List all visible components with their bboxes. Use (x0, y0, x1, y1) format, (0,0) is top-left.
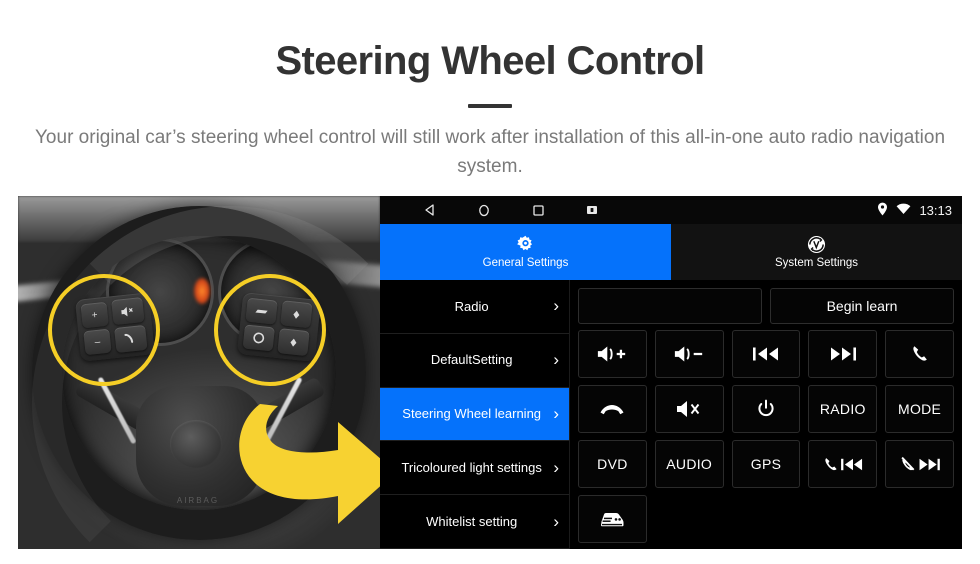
wheel-button-cluster-left: + – (74, 292, 156, 362)
previous-track-key[interactable] (731, 330, 801, 378)
chevron-right-icon: › (553, 403, 559, 423)
screenshot-icon[interactable] (584, 202, 600, 218)
tab-system-settings[interactable]: System Settings (671, 224, 962, 280)
tab-general-settings-label: General Settings (482, 257, 569, 269)
mode-key-label: MODE (897, 401, 942, 417)
phone-handset-icon (910, 344, 930, 364)
wheel-phone-button (114, 324, 148, 353)
settings-body: Radio › DefaultSetting › Steering Wheel … (380, 280, 962, 549)
car-info-key[interactable] (578, 495, 647, 543)
gps-key-label: GPS (750, 456, 782, 472)
sidebar-item-label: Steering Wheel learning (402, 406, 542, 422)
airbag-label: AIRBAG (176, 496, 220, 505)
learning-top-row: Begin learn (578, 288, 954, 324)
chevron-right-icon: › (553, 457, 559, 477)
wheel-volume-up-button: + (80, 301, 109, 329)
sidebar-item-label: Radio (454, 298, 489, 314)
volume-plus-icon (596, 345, 628, 363)
wheel-down-arrow-button (277, 328, 310, 357)
back-icon[interactable] (422, 202, 438, 218)
radio-key[interactable]: RADIO (808, 385, 878, 433)
tab-system-settings-label: System Settings (774, 257, 859, 269)
location-pin-icon (877, 202, 888, 219)
android-status-bar: 13:13 (380, 196, 962, 224)
audio-key-label: AUDIO (666, 456, 713, 472)
learning-status-input[interactable] (578, 288, 762, 324)
audio-key[interactable]: AUDIO (654, 440, 724, 488)
radio-key-label: RADIO (819, 401, 866, 417)
power-icon (756, 399, 776, 419)
status-right-group: 13:13 (877, 202, 952, 219)
wifi-icon (896, 203, 911, 218)
head-unit-screen: 13:13 General Settings System Settings R… (380, 196, 962, 549)
chevron-right-icon: › (553, 350, 559, 370)
wheel-volume-down-button: – (83, 328, 112, 356)
volume-minus-icon (673, 345, 705, 363)
dvd-key-label: DVD (597, 456, 628, 472)
sidebar-item-radio[interactable]: Radio › (380, 280, 569, 334)
car-icon (599, 509, 625, 529)
volume-up-key[interactable] (578, 330, 647, 378)
chevron-right-icon: › (553, 296, 559, 316)
sidebar-item-label: Tricoloured light settings (401, 459, 542, 475)
sidebar-item-defaultsetting[interactable]: DefaultSetting › (380, 333, 569, 388)
dvd-key[interactable]: DVD (578, 440, 647, 488)
call-previous-key[interactable] (808, 440, 878, 488)
page-title: Steering Wheel Control (275, 39, 705, 83)
android-nav-icons (422, 202, 600, 218)
volume-down-key[interactable] (654, 330, 724, 378)
previous-track-icon (751, 346, 781, 362)
wheel-cruise-resume-button (242, 324, 275, 352)
home-icon[interactable] (476, 202, 492, 218)
tab-general-settings[interactable]: General Settings (380, 224, 671, 280)
phone-hangup-icon (599, 401, 625, 417)
phone-reject-next-icon (900, 456, 940, 473)
page-root: Steering Wheel Control Your original car… (0, 0, 980, 564)
sidebar-item-label: Whitelist setting (426, 513, 518, 529)
mute-key[interactable] (654, 385, 724, 433)
next-track-icon (828, 346, 858, 362)
gear-icon (516, 235, 535, 254)
begin-learn-button[interactable]: Begin learn (770, 288, 954, 324)
horn-button (170, 420, 222, 468)
system-logo-icon (807, 235, 826, 254)
steering-wheel-learning-panel: Begin learn RADIO MODE DVD AUDIO GPS (570, 280, 962, 549)
mode-key[interactable]: MODE (885, 385, 954, 433)
sidebar-item-tricoloured-light-settings[interactable]: Tricoloured light settings › (380, 441, 569, 496)
next-track-key[interactable] (808, 330, 878, 378)
wheel-up-arrow-button (280, 300, 313, 329)
call-hangup-key[interactable] (578, 385, 647, 433)
call-answer-key[interactable] (885, 330, 954, 378)
gps-key[interactable]: GPS (731, 440, 801, 488)
wheel-voice-mute-button (111, 297, 145, 326)
recents-icon[interactable] (530, 202, 546, 218)
settings-sidebar: Radio › DefaultSetting › Steering Wheel … (380, 280, 570, 549)
settings-tabs: General Settings System Settings (380, 224, 962, 280)
title-divider (468, 104, 512, 108)
call-reject-next-key[interactable] (885, 440, 954, 488)
wheel-cruise-set-button (245, 297, 278, 325)
sidebar-item-steering-wheel-learning[interactable]: Steering Wheel learning › (380, 387, 569, 442)
key-mapping-grid: RADIO MODE DVD AUDIO GPS (578, 330, 954, 543)
clock-time: 13:13 (919, 202, 952, 218)
page-subtitle: Your original car’s steering wheel contr… (35, 127, 946, 177)
chevron-right-icon: › (553, 511, 559, 531)
wheel-button-cluster-right (236, 292, 322, 362)
pointer-arrow-icon (230, 396, 380, 536)
phone-previous-icon (823, 456, 863, 473)
sidebar-item-label: DefaultSetting (430, 352, 513, 368)
power-key[interactable] (731, 385, 801, 433)
volume-mute-icon (675, 400, 703, 418)
sidebar-item-whitelist-setting[interactable]: Whitelist setting › (380, 495, 569, 549)
media-panel: AIRBAG + – 13:13 General Settings System… (18, 196, 962, 549)
steering-wheel-photo: AIRBAG + – (18, 196, 380, 549)
